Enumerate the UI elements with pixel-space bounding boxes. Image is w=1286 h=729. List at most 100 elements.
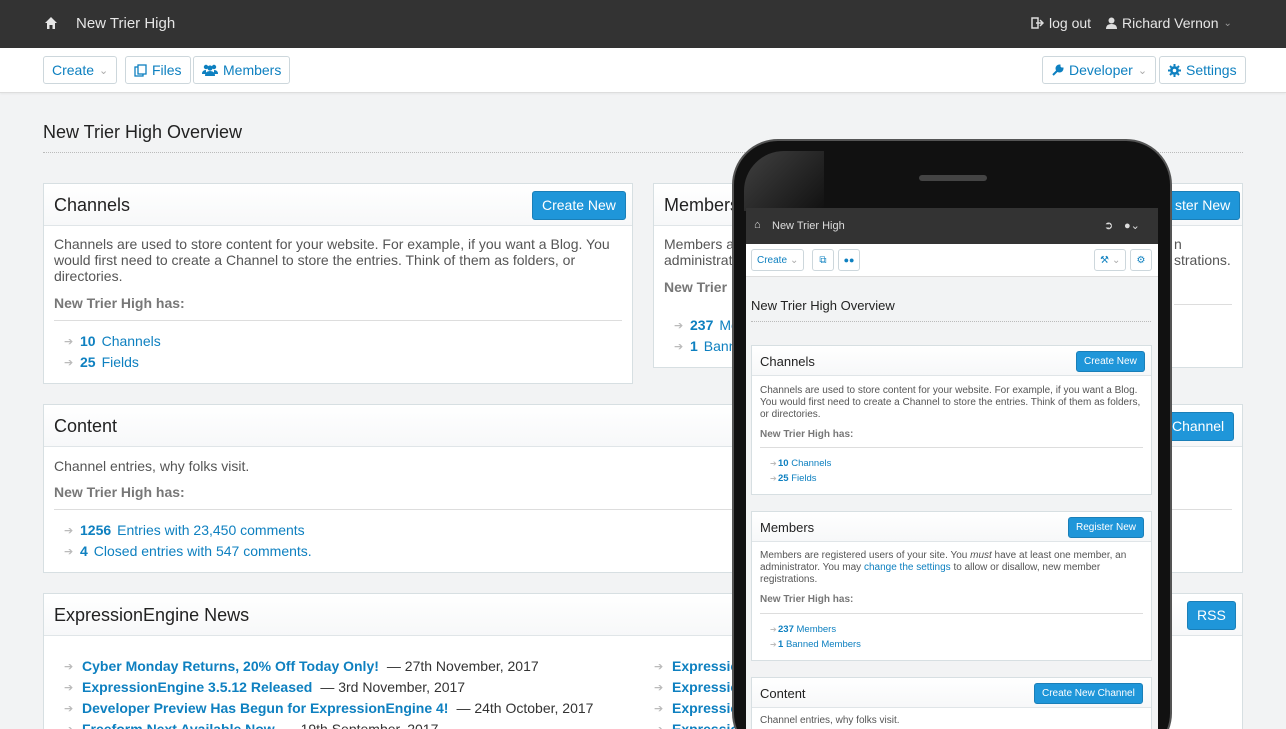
members-count-link[interactable]: ➔ 237 Me bbox=[674, 317, 739, 333]
settings-button[interactable]: Settings bbox=[1159, 56, 1246, 84]
mobile-create-new-button[interactable]: Create New bbox=[1076, 351, 1145, 372]
logout-label: log out bbox=[1049, 15, 1092, 31]
mobile-members-description: Members are registered users of your sit… bbox=[760, 550, 1145, 586]
content-title: Content bbox=[54, 416, 118, 436]
arrow-right-icon: ➔ bbox=[654, 702, 664, 715]
create-new-channel-content-button[interactable]: Channel bbox=[1162, 412, 1235, 441]
change-settings-link[interactable]: change the settings bbox=[864, 562, 951, 573]
mobile-settings-button[interactable]: ⚙ bbox=[1130, 249, 1152, 271]
user-name: Richard Vernon bbox=[1122, 15, 1219, 31]
arrow-right-icon: ➔ bbox=[64, 356, 74, 369]
arrow-right-icon: ➔ bbox=[654, 681, 664, 694]
news-date: — 27th November, 2017 bbox=[386, 658, 539, 674]
members-button[interactable]: Members bbox=[193, 56, 291, 84]
mobile-content-description: Channel entries, why folks visit. bbox=[760, 715, 900, 726]
developer-button[interactable]: Developer ⌄ bbox=[1042, 56, 1157, 84]
mobile-channels-header: Channels Create New bbox=[752, 346, 1151, 376]
mobile-banned-link[interactable]: ➔1 Banned Members bbox=[770, 639, 861, 650]
rss-button[interactable]: RSS bbox=[1187, 601, 1236, 630]
mobile-files-button[interactable]: ⧉ bbox=[812, 249, 834, 271]
user-menu[interactable]: Richard Vernon ⌄ bbox=[1106, 15, 1232, 31]
home-icon[interactable] bbox=[44, 16, 58, 30]
news-link[interactable]: Freeform Next Available Now bbox=[82, 721, 275, 729]
mobile-members-link[interactable]: ➔237 Members bbox=[770, 624, 836, 635]
mobile-create-button[interactable]: Create ⌄ bbox=[751, 249, 805, 271]
mobile-members-button[interactable]: ●● bbox=[838, 249, 860, 271]
channels-title: Channels bbox=[54, 195, 131, 215]
create-button[interactable]: Create ⌄ bbox=[43, 56, 118, 84]
wrench-icon: ⚒ bbox=[1100, 254, 1109, 266]
developer-label: Developer bbox=[1069, 62, 1133, 78]
register-new-button[interactable]: ster New bbox=[1162, 191, 1241, 220]
stat-label: Closed entries with 547 comments. bbox=[93, 543, 312, 559]
channels-divider bbox=[54, 320, 622, 321]
news-link[interactable]: Expressio bbox=[672, 679, 739, 695]
home-icon[interactable]: ⌂ bbox=[754, 219, 761, 231]
arrow-right-icon: ➔ bbox=[654, 660, 664, 673]
page-title: New Trier High Overview bbox=[43, 122, 243, 142]
stat-number: 237 bbox=[778, 624, 794, 635]
news-link[interactable]: Developer Preview Has Begun for Expressi… bbox=[82, 700, 448, 716]
news-title: ExpressionEngine News bbox=[54, 605, 250, 625]
files-label: Files bbox=[152, 62, 182, 78]
news-item: ➔ ExpressionEngine 3.5.12 Released — 3rd N… bbox=[64, 679, 465, 695]
top-bar: New Trier High log out Richard Vernon ⌄ bbox=[0, 0, 1286, 48]
channels-count-link[interactable]: ➔ 10 Channels bbox=[64, 333, 161, 349]
news-link[interactable]: Cyber Monday Returns, 20% Off Today Only… bbox=[82, 658, 379, 674]
entries-count-link[interactable]: ➔ 1256 Entries with 23,450 comments bbox=[64, 522, 305, 538]
news-item: ➔ Cyber Monday Returns, 20% Off Today Onl… bbox=[64, 658, 539, 674]
arrow-right-icon: ➔ bbox=[64, 524, 74, 537]
arrow-right-icon: ➔ bbox=[770, 459, 777, 468]
news-item-right: ➔ Expressio bbox=[654, 700, 739, 716]
news-link[interactable]: Expressio bbox=[672, 700, 739, 716]
mobile-content-header: Content Create New Channel bbox=[752, 678, 1151, 708]
fields-count-link[interactable]: ➔ 25 Fields bbox=[64, 354, 139, 370]
stat-number: 10 bbox=[778, 458, 789, 469]
news-item: ➔ Developer Preview Has Begun for Express… bbox=[64, 700, 593, 716]
files-icon: ⧉ bbox=[819, 254, 827, 266]
members-desc-emphasis: must bbox=[970, 550, 992, 561]
banned-count-link[interactable]: ➔ 1 Bann bbox=[674, 338, 737, 354]
arrow-right-icon: ➔ bbox=[64, 660, 74, 673]
stat-number: 4 bbox=[80, 543, 88, 559]
members-desc-right2: strations. bbox=[1174, 252, 1231, 268]
logout-link[interactable]: log out bbox=[1031, 15, 1091, 31]
stat-number: 1 bbox=[778, 639, 784, 650]
news-link[interactable]: Expressio bbox=[672, 658, 739, 674]
toolbar: Create ⌄ Files Members Developer ⌄ Setti… bbox=[0, 48, 1286, 93]
mobile-developer-button[interactable]: ⚒ ⌄ bbox=[1094, 249, 1127, 271]
channels-description: Channels are used to store content for y… bbox=[54, 236, 610, 284]
news-item-right: ➔ Expressio bbox=[654, 721, 739, 729]
members-has-label: New Trier bbox=[664, 279, 728, 295]
arrow-right-icon: ➔ bbox=[64, 723, 74, 729]
stat-label: Entries with 23,450 comments bbox=[117, 522, 305, 538]
news-link[interactable]: ExpressionEngine 3.5.12 Released bbox=[82, 679, 312, 695]
logout-icon[interactable]: ➲ bbox=[1104, 219, 1113, 232]
user-menu-icon[interactable]: ●⌄ bbox=[1124, 219, 1140, 232]
mobile-create-new-channel-button[interactable]: Create New Channel bbox=[1034, 683, 1143, 704]
mobile-fields-link[interactable]: ➔25 Fields bbox=[770, 473, 817, 484]
mobile-register-new-button[interactable]: Register New bbox=[1068, 517, 1145, 538]
mobile-site-name[interactable]: New Trier High bbox=[772, 220, 845, 232]
closed-entries-link[interactable]: ➔ 4 Closed entries with 547 comments. bbox=[64, 543, 312, 559]
site-name-link[interactable]: New Trier High bbox=[76, 15, 175, 32]
mobile-members-header: Members Register New bbox=[752, 512, 1151, 542]
news-date: — 24th October, 2017 bbox=[456, 700, 594, 716]
members-desc-right1: n bbox=[1174, 236, 1182, 252]
news-link[interactable]: Expressio bbox=[672, 721, 739, 729]
gear-icon: ⚙ bbox=[1136, 254, 1146, 266]
stat-number: 10 bbox=[80, 333, 96, 349]
mobile-channels-link[interactable]: ➔10 Channels bbox=[770, 458, 831, 469]
arrow-right-icon: ➔ bbox=[64, 545, 74, 558]
files-button[interactable]: Files bbox=[125, 56, 191, 84]
user-icon bbox=[1106, 17, 1117, 29]
chevron-down-icon: ⌄ bbox=[790, 254, 799, 266]
create-new-channel-button[interactable]: Create New bbox=[532, 191, 626, 220]
wrench-icon bbox=[1052, 63, 1064, 76]
gear-icon bbox=[1168, 63, 1181, 77]
settings-label: Settings bbox=[1186, 62, 1237, 78]
mobile-title-divider bbox=[751, 321, 1151, 322]
create-label: Create bbox=[52, 62, 95, 78]
mobile-members-divider bbox=[760, 613, 1143, 614]
members-icon: ●● bbox=[843, 255, 855, 265]
